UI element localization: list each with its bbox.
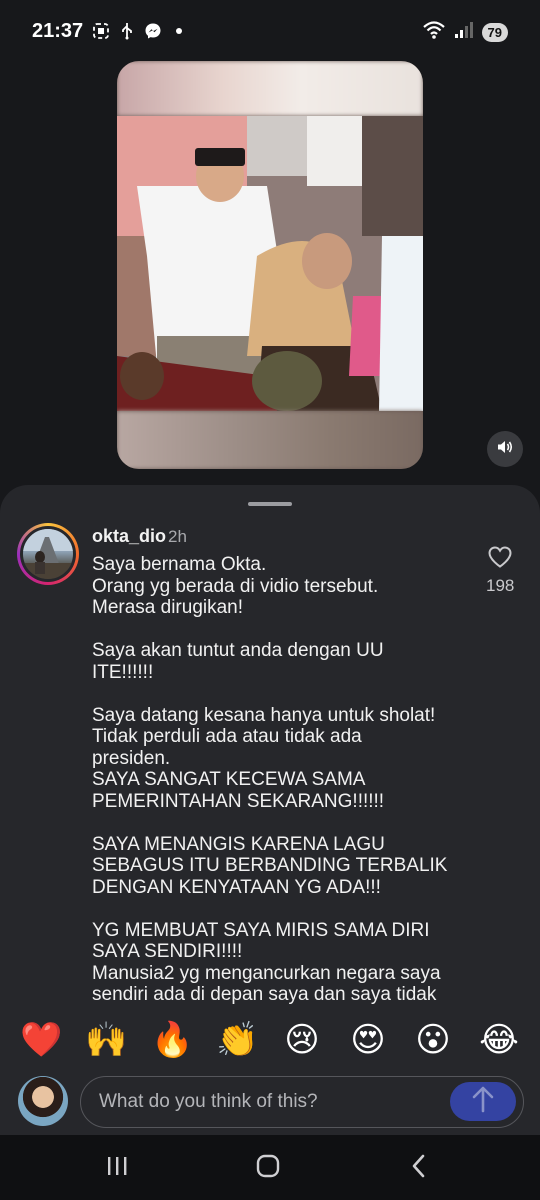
comment-input-container [80, 1076, 524, 1128]
emoji-laughing[interactable]: 😂 [479, 1020, 519, 1060]
back-icon [409, 1153, 429, 1184]
home-button[interactable] [253, 1153, 283, 1183]
arrow-up-icon [471, 1085, 495, 1118]
emoji-clapping[interactable]: 👏 [216, 1020, 258, 1060]
heart-outline-icon[interactable] [487, 545, 513, 569]
messenger-icon [144, 22, 162, 40]
emoji-crying[interactable]: 😢 [282, 1020, 322, 1060]
status-icons-left [92, 22, 188, 40]
mute-button[interactable] [487, 431, 523, 467]
speaker-icon [496, 438, 514, 461]
comment-timestamp: 2h [168, 527, 187, 546]
back-button[interactable] [404, 1153, 434, 1183]
sheet-drag-handle[interactable] [248, 502, 292, 506]
emoji-raised-hands[interactable]: 🙌 [85, 1020, 127, 1060]
wifi-icon [422, 20, 446, 45]
status-time: 21:37 [32, 20, 84, 42]
dot-icon [170, 22, 188, 40]
emoji-surprised[interactable]: 😮 [413, 1020, 453, 1060]
recent-apps-button[interactable] [102, 1153, 132, 1183]
video-blur-bottom [117, 411, 423, 469]
like-count: 198 [486, 576, 515, 595]
emoji-heart[interactable]: ❤️ [20, 1020, 62, 1060]
comment-input[interactable] [99, 1077, 439, 1126]
recent-apps-icon [105, 1155, 129, 1182]
commenter-avatar-image [23, 529, 73, 579]
video-blur-top [117, 61, 423, 116]
emoji-heart-eyes[interactable]: 😍 [348, 1020, 388, 1060]
signal-icon [454, 21, 474, 44]
system-navigation-bar [0, 1135, 540, 1200]
usb-icon [118, 22, 136, 40]
commenter-username[interactable]: okta_dio [92, 526, 166, 547]
screenshot-icon [92, 22, 110, 40]
my-avatar [18, 1076, 68, 1126]
home-icon [255, 1153, 281, 1184]
battery-indicator: 79 [481, 23, 508, 42]
commenter-avatar[interactable] [17, 523, 79, 585]
video-player[interactable] [117, 61, 423, 469]
status-icons-right: 79 [422, 20, 508, 45]
video-frame [117, 116, 423, 411]
comment-text: Saya bernama Okta. Orang yg berada di vi… [92, 554, 448, 1004]
emoji-fire[interactable]: 🔥 [151, 1020, 193, 1060]
status-bar: 21:37 79 [0, 0, 540, 62]
emoji-reaction-bar: ❤️ 🙌 🔥 👏 😢 😍 😮 😂 [0, 1020, 540, 1064]
send-button[interactable] [450, 1082, 516, 1121]
